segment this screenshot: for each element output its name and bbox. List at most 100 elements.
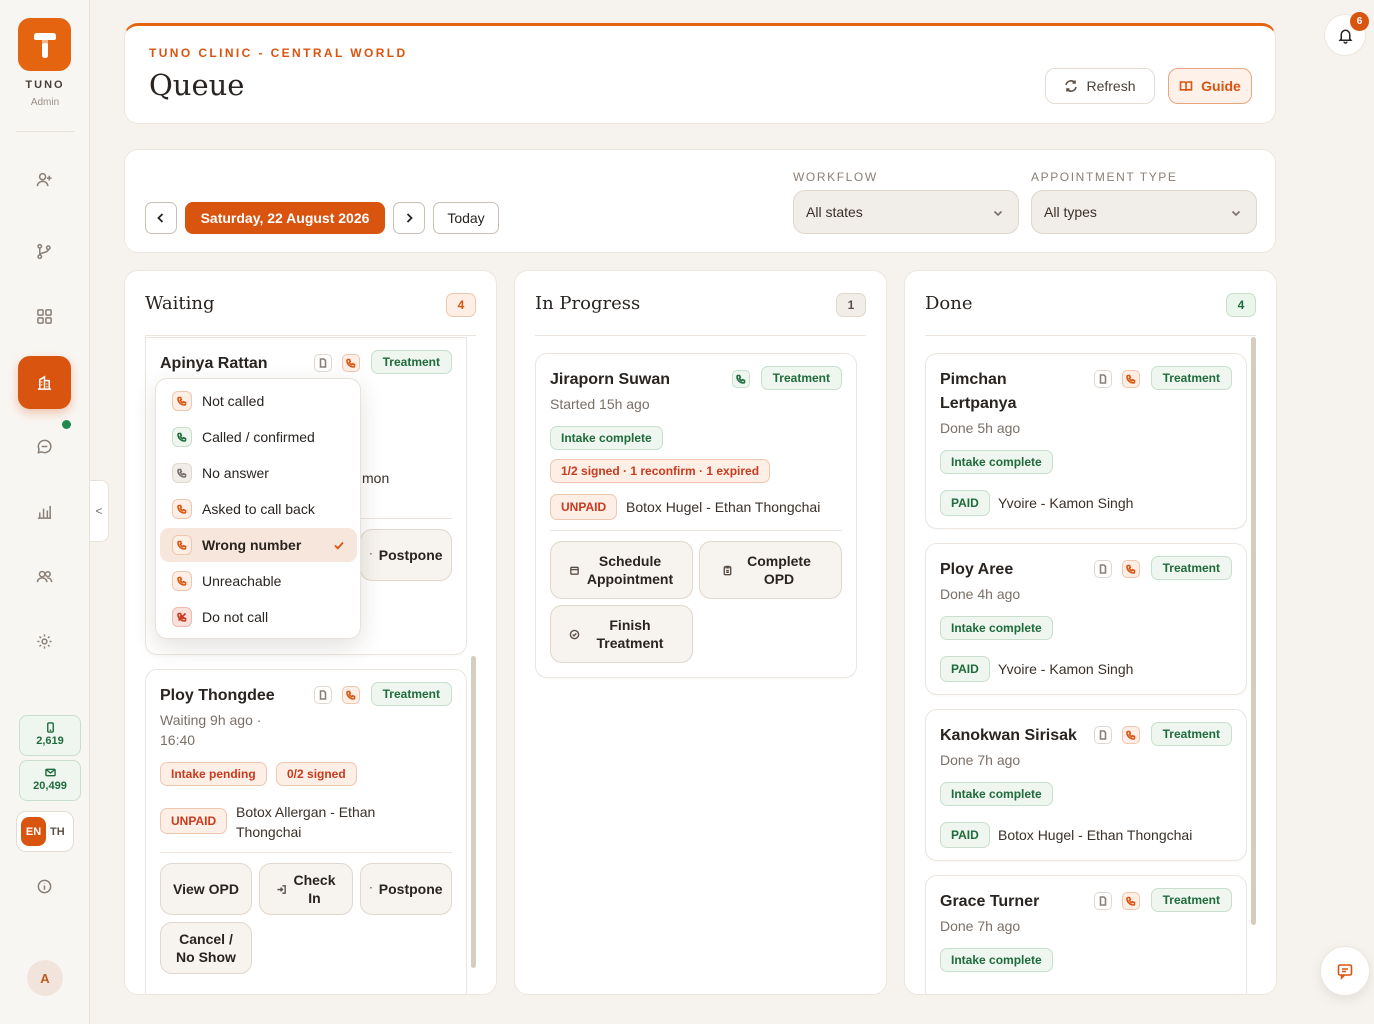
document-icon[interactable]	[1094, 560, 1112, 578]
next-day-button[interactable]	[393, 202, 425, 234]
column-scrollbar[interactable]	[1251, 337, 1256, 925]
nav-dashboard[interactable]	[18, 290, 71, 343]
page-title: Queue	[149, 68, 245, 102]
online-indicator	[62, 420, 71, 429]
intake-status-badge: Intake complete	[550, 426, 663, 450]
option-label: Called / confirmed	[202, 429, 315, 445]
sms-credit-badge[interactable]: 2,619	[19, 715, 81, 756]
message-icon	[1337, 964, 1353, 980]
selected-date[interactable]: Saturday, 22 August 2026	[185, 202, 385, 234]
document-icon[interactable]	[1094, 370, 1112, 388]
column-title: Done	[925, 293, 973, 314]
intake-status-badge: Intake complete	[940, 616, 1053, 640]
email-credit-badge[interactable]: 20,499	[19, 760, 81, 801]
call-status-option-do-not-call[interactable]: Do not call	[160, 600, 357, 634]
done-time: Done 5h ago	[940, 420, 1021, 436]
call-status-phone-icon[interactable]	[1122, 726, 1140, 744]
schedule-label-2: Appointment	[586, 571, 674, 587]
tuno-logo[interactable]	[18, 18, 71, 71]
patient-card[interactable]: Ploy Aree Treatment Done 4h ago Intake c…	[925, 543, 1247, 695]
call-status-phone-icon[interactable]	[1122, 370, 1140, 388]
guide-button[interactable]: Guide	[1168, 68, 1252, 104]
column-title: In Progress	[535, 293, 641, 314]
card-divider	[550, 530, 842, 531]
phone-icon	[346, 690, 356, 700]
cancel-label-1: Cancel /	[179, 931, 233, 947]
call-status-option-called-confirmed[interactable]: Called / confirmed	[160, 420, 357, 454]
intake-status-badge: Intake pending	[160, 762, 267, 786]
sidebar-collapse-toggle[interactable]: <	[90, 480, 109, 542]
check-circle-icon	[569, 629, 580, 639]
postpone-button[interactable]: · Postpone	[360, 863, 452, 915]
call-status-phone-icon[interactable]	[732, 370, 750, 388]
workflow-select[interactable]: All states	[793, 190, 1019, 234]
call-status-option-call-back[interactable]: Asked to call back	[160, 492, 357, 526]
wait-time: Waiting 9h ago ·	[160, 712, 262, 728]
call-status-option-wrong-number[interactable]: Wrong number	[160, 528, 357, 562]
column-scrollbar[interactable]	[471, 656, 476, 968]
document-icon-glyph	[1099, 564, 1107, 574]
nav-staff[interactable]	[18, 550, 71, 603]
phone-icon	[172, 535, 192, 555]
nav-info[interactable]	[18, 860, 71, 913]
patient-card[interactable]: Grace Turner Treatment Done 7h ago Intak…	[925, 875, 1247, 994]
complete-opd-label-2: OPD	[763, 571, 795, 587]
call-status-phone-icon[interactable]	[1122, 560, 1140, 578]
chat-support-button[interactable]	[1320, 946, 1370, 996]
call-status-option-not-called[interactable]: Not called	[160, 384, 357, 418]
appointment-type-tag: Treatment	[370, 682, 452, 706]
user-avatar[interactable]: A	[27, 960, 63, 996]
prev-day-button[interactable]	[145, 202, 177, 234]
nav-queue[interactable]	[18, 356, 71, 409]
appointment-type-select[interactable]: All types	[1031, 190, 1257, 234]
refresh-label: Refresh	[1086, 78, 1136, 94]
view-opd-button[interactable]: View OPD	[160, 863, 252, 915]
consent-status-badge: 1/2 signed · 1 reconfirm · 1 expired	[550, 459, 771, 483]
payment-status-badge: PAID	[940, 656, 990, 682]
patient-card[interactable]: Pimchan Lertpanya Treatment Done 5h ago …	[925, 353, 1247, 529]
phone-icon	[172, 499, 192, 519]
phone-icon	[172, 463, 192, 483]
login-icon	[277, 884, 287, 894]
lang-en-button[interactable]: EN	[21, 817, 46, 846]
bar-chart-icon	[37, 505, 52, 519]
book-icon	[1179, 81, 1193, 92]
check-in-label: Check In	[293, 871, 335, 907]
done-time: Done 7h ago	[940, 752, 1021, 768]
patient-card[interactable]: Ploy Thongdee Treatment Waiting 9h ago ·…	[145, 669, 467, 994]
check-in-button[interactable]: Check In	[259, 863, 353, 915]
cancel-no-show-button[interactable]: Cancel / No Show	[160, 922, 252, 974]
document-icon[interactable]	[1094, 892, 1112, 910]
complete-opd-button[interactable]: Complete OPD	[699, 541, 842, 599]
postpone-button[interactable]: · Postpone	[360, 529, 452, 581]
info-icon	[37, 879, 52, 894]
call-status-phone-icon[interactable]	[1122, 892, 1140, 910]
patient-card[interactable]: Kanokwan Sirisak Treatment Done 7h ago I…	[925, 709, 1247, 861]
service-text: Botox Hugel - Ethan Thongchai	[626, 499, 821, 515]
appointment-type-tag: Treatment	[760, 366, 842, 390]
patient-card[interactable]: Jiraporn Suwan Treatment Started 15h ago…	[535, 353, 857, 678]
patient-name: Ploy Thongdee	[160, 687, 275, 704]
refresh-button[interactable]: Refresh	[1045, 68, 1155, 104]
chevron-left-icon	[157, 213, 164, 223]
today-button[interactable]: Today	[433, 202, 499, 234]
nav-reports[interactable]	[18, 485, 71, 538]
service-text: Yvoire - Kamon Singh	[998, 661, 1134, 677]
nav-workflow[interactable]	[18, 225, 71, 278]
call-status-option-no-answer[interactable]: No answer	[160, 456, 357, 490]
document-icon[interactable]	[1094, 726, 1112, 744]
option-label: Unreachable	[202, 573, 282, 589]
call-status-phone-icon[interactable]	[342, 354, 360, 372]
mail-icon	[44, 768, 56, 777]
nav-settings[interactable]	[18, 615, 71, 668]
queue-filters: Saturday, 22 August 2026 Today WORKFLOW …	[124, 149, 1276, 253]
call-status-phone-icon[interactable]	[342, 686, 360, 704]
document-icon[interactable]	[314, 354, 332, 372]
call-status-option-unreachable[interactable]: Unreachable	[160, 564, 357, 598]
nav-add-patient[interactable]	[18, 153, 71, 206]
tuno-logo-icon	[33, 32, 56, 58]
document-icon[interactable]	[314, 686, 332, 704]
schedule-appointment-button[interactable]: Schedule Appointment	[550, 541, 693, 599]
lang-th-button[interactable]: TH	[50, 826, 65, 838]
finish-treatment-button[interactable]: Finish Treatment	[550, 605, 693, 663]
